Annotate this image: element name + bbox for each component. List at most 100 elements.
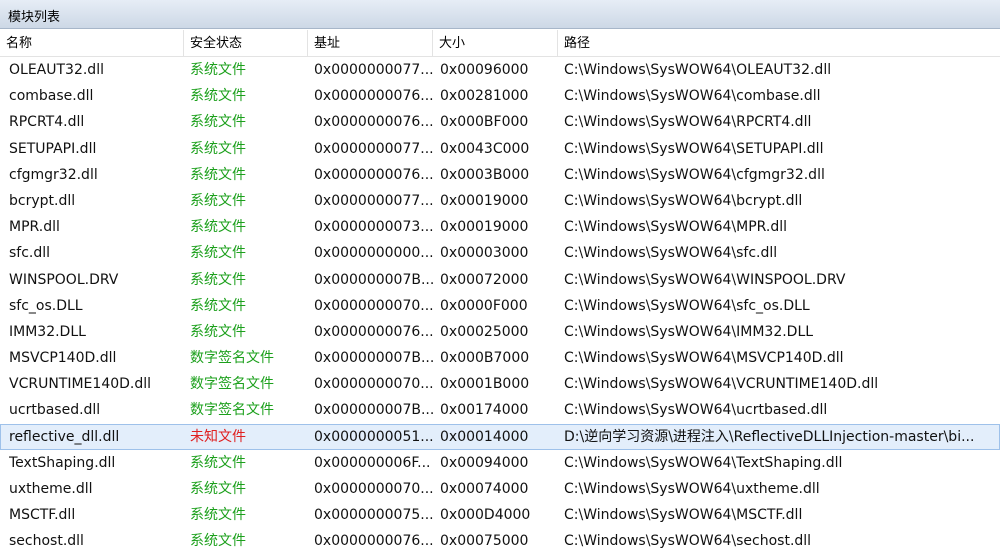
security-status-cell: 系统文件: [190, 166, 246, 183]
module-name-cell: ucrtbased.dll: [9, 402, 101, 419]
table-row[interactable]: TextShaping.dll 系统文件 0x000000006F... 0x0009…: [0, 450, 1000, 476]
module-name-cell: cfgmgr32.dll: [9, 166, 98, 183]
module-path-cell: C:\Windows\SysWOW64\SETUPAPI.dll: [564, 140, 824, 157]
security-status-cell: 系统文件: [190, 114, 246, 131]
table-row[interactable]: combase.dll 系统文件 0x0000000076... 0x00281000…: [0, 83, 1000, 109]
base-address-cell: 0x0000000070...: [314, 376, 434, 393]
table-row[interactable]: reflective_dll.dll 未知文件 0x0000000051... 0x0…: [0, 423, 1000, 450]
base-address-cell: 0x0000000077...: [314, 62, 434, 78]
module-list-panel: 模块列表 名称 安全状态 基址 大小 路径 OLEAUT32.dll 系统文件 0x…: [0, 0, 1000, 557]
security-status-cell: 系统文件: [190, 323, 246, 340]
panel-title-bar: 模块列表: [0, 0, 1000, 29]
module-name-cell: VCRUNTIME140D.dll: [9, 376, 152, 393]
table-row[interactable]: sfc_os.DLL 系统文件 0x0000000070... 0x0000F000 C…: [0, 293, 1000, 319]
base-address-cell: 0x0000000051...: [314, 428, 434, 445]
module-size-cell: 0x00281000: [440, 88, 529, 105]
module-size-cell: 0x000B7000: [440, 350, 530, 367]
column-header-security-status[interactable]: 安全状态: [184, 30, 308, 56]
module-path-cell: C:\Windows\SysWOW64\MSVCP140D.dll: [564, 350, 844, 367]
module-path-cell: C:\Windows\SysWOW64\TextShaping.dll: [564, 454, 843, 471]
module-name-cell: reflective_dll.dll: [9, 428, 120, 445]
table-row[interactable]: MPR.dll 系统文件 0x0000000073... 0x00019000 C:\W…: [0, 214, 1000, 240]
module-path-cell: C:\Windows\SysWOW64\uxtheme.dll: [564, 481, 820, 497]
module-size-cell: 0x000D4000: [440, 507, 531, 524]
module-path-cell: C:\Windows\SysWOW64\bcrypt.dll: [564, 192, 803, 209]
base-address-cell: 0x000000006F...: [314, 454, 431, 471]
module-path-cell: D:\逆向学习资源\进程注入\ReflectiveDLLInjection-ma…: [564, 428, 975, 445]
module-name-cell: MSVCP140D.dll: [9, 350, 117, 367]
table-row[interactable]: uxtheme.dll 系统文件 0x0000000070... 0x00074000…: [0, 476, 1000, 502]
module-name-cell: MPR.dll: [9, 219, 60, 236]
module-name-cell: sfc.dll: [9, 245, 51, 262]
module-name-cell: IMM32.DLL: [9, 323, 86, 340]
module-size-cell: 0x00174000: [440, 402, 529, 419]
security-status-cell: 系统文件: [190, 507, 246, 524]
base-address-cell: 0x0000000070...: [314, 481, 434, 497]
table-row[interactable]: ucrtbased.dll 数字签名文件 0x000000007B... 0x0017…: [0, 397, 1000, 423]
module-size-cell: 0x00072000: [440, 271, 529, 288]
security-status-cell: 系统文件: [190, 192, 246, 209]
module-size-cell: 0x00014000: [440, 428, 529, 445]
table-row[interactable]: MSVCP140D.dll 数字签名文件 0x000000007B... 0x000B…: [0, 345, 1000, 371]
security-status-cell: 数字签名文件: [190, 376, 274, 393]
table-row[interactable]: OLEAUT32.dll 系统文件 0x0000000077... 0x0009600…: [0, 57, 1000, 83]
module-path-cell: C:\Windows\SysWOW64\combase.dll: [564, 88, 821, 105]
table-row[interactable]: RPCRT4.dll 系统文件 0x0000000076... 0x000BF000 C…: [0, 109, 1000, 135]
base-address-cell: 0x000000007B...: [314, 271, 434, 288]
column-header-path[interactable]: 路径: [558, 30, 1000, 56]
base-address-cell: 0x0000000077...: [314, 140, 434, 157]
security-status-cell: 系统文件: [190, 297, 246, 314]
security-status-cell: 系统文件: [190, 219, 246, 236]
base-address-cell: 0x0000000076...: [314, 114, 434, 131]
table-row[interactable]: SETUPAPI.dll 系统文件 0x0000000077... 0x0043C00…: [0, 136, 1000, 162]
module-table-body: OLEAUT32.dll 系统文件 0x0000000077... 0x0009600…: [0, 57, 1000, 555]
module-name-cell: sechost.dll: [9, 533, 84, 550]
module-size-cell: 0x0001B000: [440, 376, 530, 393]
table-row[interactable]: IMM32.DLL 系统文件 0x0000000076... 0x00025000 C:…: [0, 319, 1000, 345]
table-row[interactable]: VCRUNTIME140D.dll 数字签名文件 0x0000000070... 0x…: [0, 371, 1000, 397]
table-row[interactable]: WINSPOOL.DRV 系统文件 0x000000007B... 0x0007200…: [0, 267, 1000, 293]
column-header-base-address[interactable]: 基址: [308, 30, 433, 56]
table-row[interactable]: MSCTF.dll 系统文件 0x0000000075... 0x000D4000 C:…: [0, 502, 1000, 528]
base-address-cell: 0x0000000076...: [314, 166, 434, 183]
table-row[interactable]: sechost.dll 系统文件 0x0000000076... 0x00075000…: [0, 528, 1000, 554]
module-size-cell: 0x00003000: [440, 245, 529, 262]
module-path-cell: C:\Windows\SysWOW64\VCRUNTIME140D.dll: [564, 376, 879, 393]
module-name-cell: sfc_os.DLL: [9, 297, 83, 314]
table-row[interactable]: sfc.dll 系统文件 0x0000000000... 0x00003000 C:\W…: [0, 240, 1000, 266]
module-path-cell: C:\Windows\SysWOW64\RPCRT4.dll: [564, 114, 812, 131]
base-address-cell: 0x0000000076...: [314, 533, 434, 550]
module-path-cell: C:\Windows\SysWOW64\cfgmgr32.dll: [564, 166, 825, 183]
security-status-cell: 系统文件: [190, 140, 246, 157]
security-status-cell: 系统文件: [190, 481, 246, 497]
module-name-cell: combase.dll: [9, 88, 94, 105]
module-name-cell: uxtheme.dll: [9, 481, 93, 497]
panel-title: 模块列表: [8, 10, 61, 25]
module-size-cell: 0x000BF000: [440, 114, 529, 131]
security-status-cell: 系统文件: [190, 62, 246, 78]
security-status-cell: 系统文件: [190, 88, 246, 105]
security-status-cell: 数字签名文件: [190, 402, 274, 419]
module-name-cell: MSCTF.dll: [9, 507, 76, 524]
module-size-cell: 0x0003B000: [440, 166, 530, 183]
table-row[interactable]: cfgmgr32.dll 系统文件 0x0000000076... 0x0003B00…: [0, 162, 1000, 188]
module-name-cell: SETUPAPI.dll: [9, 140, 97, 157]
base-address-cell: 0x0000000000...: [314, 245, 434, 262]
column-header-size[interactable]: 大小: [433, 30, 558, 56]
table-row[interactable]: bcrypt.dll 系统文件 0x0000000077... 0x00019000 C…: [0, 188, 1000, 214]
module-path-cell: C:\Windows\SysWOW64\ucrtbased.dll: [564, 402, 828, 419]
base-address-cell: 0x0000000076...: [314, 88, 434, 105]
module-path-cell: C:\Windows\SysWOW64\IMM32.DLL: [564, 323, 814, 340]
module-size-cell: 0x00025000: [440, 323, 529, 340]
security-status-cell: 未知文件: [190, 428, 246, 445]
base-address-cell: 0x0000000077...: [314, 192, 434, 209]
module-size-cell: 0x00019000: [440, 192, 529, 209]
module-size-cell: 0x00094000: [440, 454, 529, 471]
module-size-cell: 0x00019000: [440, 219, 529, 236]
module-path-cell: C:\Windows\SysWOW64\sfc.dll: [564, 245, 778, 262]
security-status-cell: 系统文件: [190, 245, 246, 262]
module-path-cell: C:\Windows\SysWOW64\sechost.dll: [564, 533, 812, 550]
column-header-name[interactable]: 名称: [0, 30, 184, 56]
security-status-cell: 系统文件: [190, 454, 246, 471]
module-path-cell: C:\Windows\SysWOW64\sfc_os.DLL: [564, 297, 810, 314]
